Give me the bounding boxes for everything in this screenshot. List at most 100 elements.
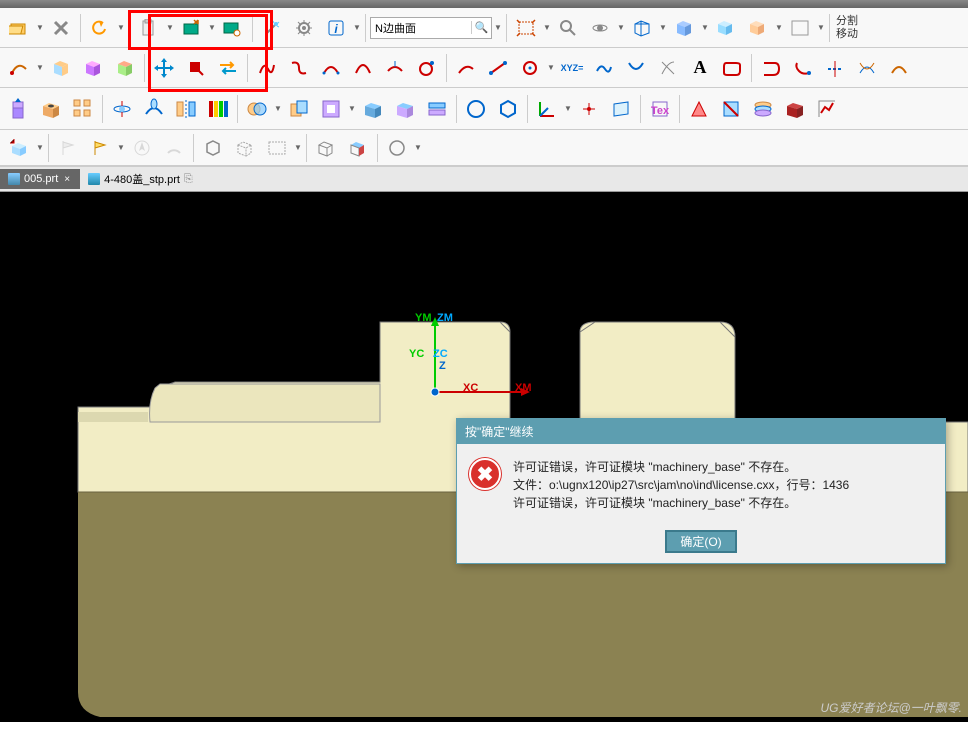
arc2-icon[interactable] (159, 133, 189, 163)
iso-box1-icon[interactable] (46, 53, 76, 83)
open-dropdown[interactable]: ▼ (36, 23, 44, 32)
end-icon[interactable] (884, 53, 914, 83)
analyze-icon[interactable] (812, 94, 842, 124)
circ-opt-icon[interactable] (382, 133, 412, 163)
text-icon[interactable]: A (685, 53, 715, 83)
face-color-icon[interactable] (684, 94, 714, 124)
circle-point-icon[interactable] (412, 53, 442, 83)
unite-icon[interactable] (242, 94, 272, 124)
slice-icon[interactable] (343, 133, 373, 163)
circle2-icon[interactable] (515, 53, 545, 83)
hole-icon[interactable] (36, 94, 66, 124)
paste-dropdown[interactable]: ▼ (166, 23, 174, 32)
edge-icon[interactable] (716, 94, 746, 124)
shaded-dropdown[interactable]: ▼ (701, 23, 709, 32)
open-file-icon[interactable] (4, 13, 34, 43)
swap-icon[interactable] (213, 53, 243, 83)
zoom-icon[interactable] (553, 13, 583, 43)
subtract-icon[interactable] (284, 94, 314, 124)
dotted-box-icon[interactable] (230, 133, 260, 163)
curve3-icon[interactable] (589, 53, 619, 83)
curve-edit-icon[interactable] (380, 53, 410, 83)
search-dropdown[interactable]: ▼ (494, 23, 502, 32)
layer-icon[interactable] (748, 94, 778, 124)
split-body-icon[interactable] (422, 94, 452, 124)
draft-icon[interactable] (390, 94, 420, 124)
undo-dropdown[interactable]: ▼ (117, 23, 125, 32)
curve4-icon[interactable] (621, 53, 651, 83)
intersect-icon[interactable] (316, 94, 346, 124)
wire-dropdown[interactable]: ▼ (659, 23, 667, 32)
tab-active[interactable]: 005.prt × (0, 169, 80, 189)
iso-box3-icon[interactable] (110, 53, 140, 83)
xyz-icon[interactable]: XYZ= (557, 53, 587, 83)
bridge-curve-icon[interactable] (316, 53, 346, 83)
hexagon-icon[interactable] (493, 94, 523, 124)
box1-icon[interactable] (711, 13, 741, 43)
wirebox-icon[interactable] (311, 133, 341, 163)
info-dropdown[interactable]: ▼ (353, 23, 361, 32)
outline2-icon[interactable] (756, 53, 786, 83)
sweep-icon[interactable] (139, 94, 169, 124)
undo-icon[interactable] (85, 13, 115, 43)
measure-icon[interactable] (780, 94, 810, 124)
line2-icon[interactable] (483, 53, 513, 83)
flag1-icon[interactable] (53, 133, 83, 163)
search-icon[interactable]: 🔍 (471, 21, 491, 34)
extrude-icon[interactable] (4, 94, 34, 124)
wand-icon[interactable] (257, 13, 287, 43)
info-icon[interactable]: i (321, 13, 351, 43)
solid-dropdown[interactable]: ▼ (208, 23, 216, 32)
shell-icon[interactable] (358, 94, 388, 124)
orbit-icon[interactable] (585, 13, 615, 43)
mirror-icon[interactable] (171, 94, 201, 124)
pattern-icon[interactable] (68, 94, 98, 124)
dotted-rect-icon[interactable] (262, 133, 292, 163)
wcs-box-icon[interactable] (4, 133, 34, 163)
solid2-icon[interactable] (218, 13, 248, 43)
trim2-icon[interactable] (852, 53, 882, 83)
axis-zc: ZC (433, 348, 448, 360)
shaded-cube-icon[interactable] (669, 13, 699, 43)
gear-icon[interactable] (289, 13, 319, 43)
color-bars-icon[interactable] (203, 94, 233, 124)
wireframe-cube-icon[interactable] (627, 13, 657, 43)
fit-dropdown[interactable]: ▼ (543, 23, 551, 32)
curve1-icon[interactable] (4, 53, 34, 83)
command-search[interactable]: 🔍 (370, 17, 492, 39)
fit-view-icon[interactable] (511, 13, 541, 43)
spline1-icon[interactable] (252, 53, 282, 83)
stop-icon[interactable] (181, 53, 211, 83)
empty-dropdown[interactable]: ▼ (817, 23, 825, 32)
empty-rect-icon[interactable] (785, 13, 815, 43)
split-move-button[interactable]: 分割移动 (834, 15, 860, 39)
iso-box2-icon[interactable] (78, 53, 108, 83)
tab-inactive[interactable]: 4-480盖_stp.prt ⎘ (80, 167, 201, 191)
move-arrows-icon[interactable] (149, 53, 179, 83)
hex2-icon[interactable] (198, 133, 228, 163)
csys-icon[interactable] (532, 94, 562, 124)
orbit-dropdown[interactable]: ▼ (617, 23, 625, 32)
revolve-icon[interactable] (107, 94, 137, 124)
box2-icon[interactable] (743, 13, 773, 43)
plane-icon[interactable] (606, 94, 636, 124)
outline1-icon[interactable] (717, 53, 747, 83)
compass-icon[interactable] (127, 133, 157, 163)
arc-icon[interactable] (348, 53, 378, 83)
ok-button[interactable]: 确定(O) (665, 530, 736, 553)
line1-icon[interactable] (451, 53, 481, 83)
paste-icon[interactable] (134, 13, 164, 43)
trim-icon[interactable] (820, 53, 850, 83)
render-icon[interactable]: Tex (645, 94, 675, 124)
box2-dropdown[interactable]: ▼ (775, 23, 783, 32)
curve5-icon[interactable] (653, 53, 683, 83)
flag2-icon[interactable] (85, 133, 115, 163)
search-input[interactable] (371, 22, 471, 34)
delete-icon[interactable] (46, 13, 76, 43)
close-tab-icon[interactable]: × (62, 174, 72, 185)
circle3-icon[interactable] (461, 94, 491, 124)
spline2-icon[interactable] (284, 53, 314, 83)
point-icon[interactable] (574, 94, 604, 124)
outline3-icon[interactable] (788, 53, 818, 83)
solid-create-icon[interactable] (176, 13, 206, 43)
